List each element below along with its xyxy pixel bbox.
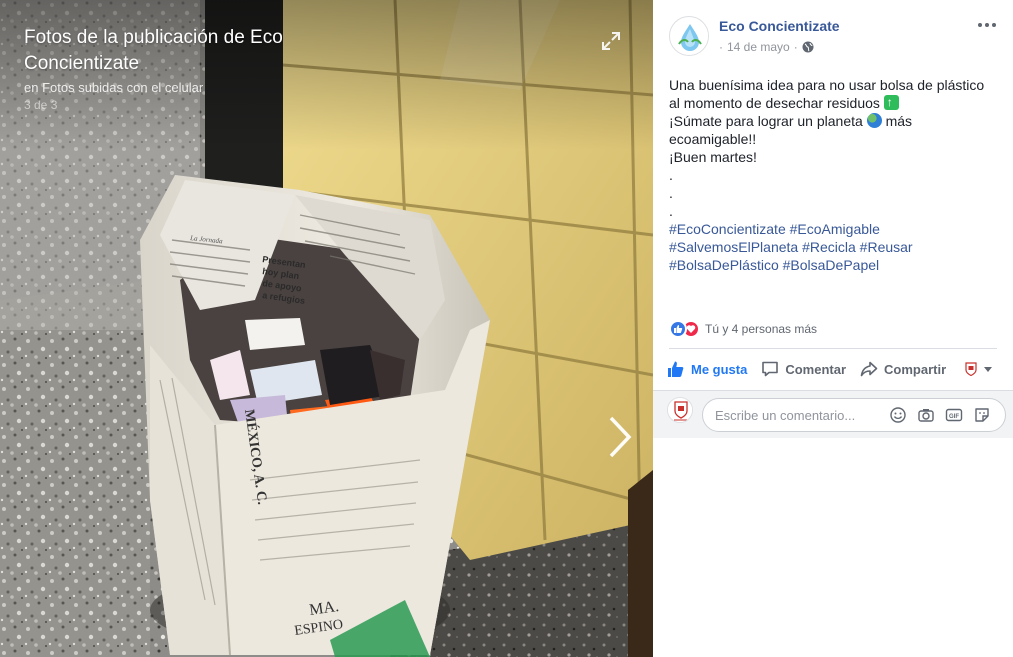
post-line: más [885,113,913,129]
hashtag-link[interactable]: #BolsaDePapel [783,257,880,273]
gif-button[interactable]: GIF [945,406,963,424]
gif-icon: GIF [945,408,963,422]
page-avatar[interactable] [669,16,709,56]
hashtag-link[interactable]: #SalvemosElPlaneta [669,239,798,255]
photo-viewer: Presentan hoy plan de apoyo a refugios L… [0,0,1013,657]
hashtag-row: #EcoConcientizate #EcoAmigable [669,220,999,238]
reactions-summary[interactable]: Tú y 4 personas más [669,318,997,340]
post-as-selector[interactable] [964,362,993,376]
share-button[interactable]: Compartir [860,360,946,378]
hashtag-link[interactable]: #BolsaDePlástico [669,257,779,273]
post-line: . [669,185,673,201]
svg-text:GIF: GIF [949,414,959,420]
more-dots-icon [985,23,989,27]
meta-separator: · [719,40,723,54]
post-panel: Eco Concientizate · 14 de mayo · Una bue… [653,0,1013,657]
photo-pane[interactable]: Presentan hoy plan de apoyo a refugios L… [0,0,653,657]
page-name-link[interactable]: Eco Concientizate [719,18,840,34]
post-line: ¡Buen martes! [669,149,757,165]
more-dots-icon [978,23,982,27]
comment-composer: GIF [653,390,1013,438]
share-icon [860,361,878,377]
hashtag-link[interactable]: #EcoAmigable [790,221,880,237]
post-line: ¡Súmate para lograr un planeta [669,113,863,129]
post-line-row: al momento de desechar residuos [669,93,999,112]
globe-emoji-icon [866,113,882,128]
more-dots-icon [992,23,996,27]
chevron-right-icon [609,416,632,458]
hashtag-row: #SalvemosElPlaneta #Recicla #Reusar [669,238,999,256]
reactions-count[interactable]: Tú y 4 personas más [705,322,817,336]
thumbs-up-icon [668,361,684,377]
share-label: Compartir [884,361,947,377]
hashtag-row: #BolsaDePlástico #BolsaDePapel [669,256,999,274]
thumbs-up-icon [669,320,687,338]
post-line: Una buenísima idea para no usar bolsa de… [669,77,985,93]
photo-counter: 3 de 3 [24,98,58,112]
post-date[interactable]: 14 de mayo [727,40,790,54]
next-photo-button[interactable] [603,412,635,462]
like-button[interactable]: Me gusta [667,360,747,378]
globe-icon[interactable] [802,41,814,53]
hashtag-link[interactable]: #Recicla [802,239,856,255]
emoji-icon [890,407,906,423]
caret-down-icon [984,367,992,372]
user-avatar[interactable] [667,397,693,423]
like-label: Me gusta [691,361,748,377]
post-line: . [669,167,673,183]
hashtag-link[interactable]: #Reusar [860,239,913,255]
expand-icon [602,32,620,50]
up-arrow-emoji-icon [883,93,899,111]
sticker-icon [975,408,989,422]
comment-label: Comentar [785,361,847,377]
divider [669,348,997,349]
post-line: ecoamigable!! [669,131,757,147]
photo-button[interactable] [917,406,935,424]
expand-button[interactable] [600,30,622,52]
emoji-button[interactable] [889,406,907,424]
more-options-button[interactable] [976,16,998,34]
page-shield-icon [965,362,977,376]
sticker-button[interactable] [973,406,991,424]
camera-icon [918,409,934,422]
comment-button[interactable]: Comentar [761,360,846,378]
post-actions: Me gusta Comentar Compartir [667,354,997,384]
meta-separator: · [793,40,798,54]
water-drop-logo [671,18,708,55]
post-line-row: ¡Súmate para lograr un planeta más [669,112,999,130]
hashtag-link[interactable]: #EcoConcientizate [669,221,786,237]
photo-album-link[interactable]: en Fotos subidas con el celular [24,80,203,96]
comment-tools: GIF [889,406,991,424]
post-line: . [669,203,673,219]
photo-title: Fotos de la publicación de Eco Concienti… [24,27,283,74]
user-shield-logo [668,398,692,422]
post-line: al momento de desechar residuos [669,95,880,111]
comment-icon [762,361,779,377]
post-message: Una buenísima idea para no usar bolsa de… [669,76,999,274]
comment-box: GIF [702,398,1006,432]
comment-input[interactable] [715,399,885,431]
post-meta: · 14 de mayo · [719,40,814,54]
